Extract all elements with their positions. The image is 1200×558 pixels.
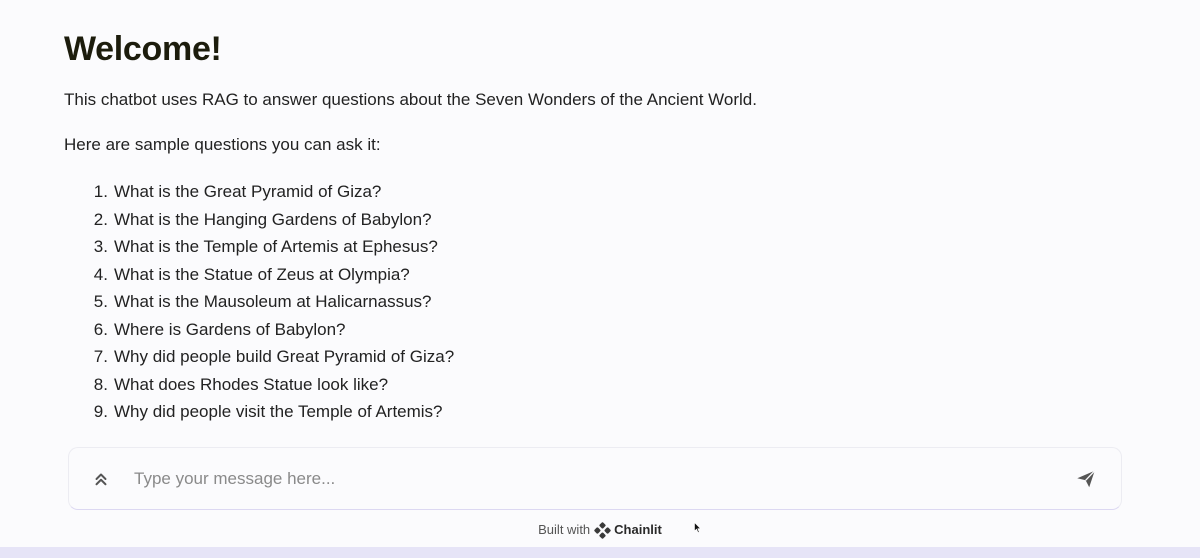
bottom-bar [0,547,1200,558]
list-item: 4 What is the Statue of Zeus at Olympia? [64,261,1124,289]
intro-text: This chatbot uses RAG to answer question… [64,90,757,109]
list-item: 2 What is the Hanging Gardens of Babylon? [64,206,1124,234]
list-item: 7 Why did people build Great Pyramid of G… [64,343,1124,371]
list-number: 4 [64,261,108,289]
page-title: Welcome! [64,30,222,68]
question-text: What is the Statue of Zeus at Olympia? [114,264,410,284]
send-button[interactable] [1071,464,1101,494]
list-item: 1 What is the Great Pyramid of Giza? [64,178,1124,206]
sample-questions-heading: Here are sample questions you can ask it… [64,135,381,154]
welcome-message: Welcome! This chatbot uses RAG to answer… [64,26,1124,426]
list-item: 6 Where is Gardens of Babylon? [64,316,1124,344]
question-text: What is the Great Pyramid of Giza? [114,182,382,201]
question-text: Why did people build Great Pyramid of Gi… [114,347,455,366]
list-number: 2 [64,206,108,234]
message-composer [68,447,1122,510]
list-item: 3 What is the Temple of Artemis at Ephesu… [64,233,1124,261]
question-text: What does Rhodes Statue look like? [114,374,389,394]
mouse-cursor-icon [694,522,702,533]
list-item: 5 What is the Mausoleum at Halicarnassus? [64,288,1124,316]
question-text: What is the Temple of Artemis at Ephesus… [114,237,438,256]
list-item: 8 What does Rhodes Statue look like? [64,371,1124,399]
list-number: 1 [64,178,108,206]
question-text: What is the Mausoleum at Halicarnassus? [114,292,432,311]
list-number: 7 [64,343,108,371]
list-number: 3 [64,233,108,261]
question-text: Where is Gardens of Babylon? [114,319,346,339]
sample-questions-list: 1 What is the Great Pyramid of Giza? 2 Wha… [64,178,1124,426]
list-number: 6 [64,316,108,344]
list-number: 9 [64,398,108,426]
chevrons-up-icon [95,473,107,485]
list-number: 5 [64,288,108,316]
built-with-text: Built with [538,522,591,537]
brand-name: Chainlit [614,522,662,537]
send-icon [1077,469,1096,487]
list-item: 9 Why did people visit the Temple of Arte… [64,398,1124,426]
question-text: Why did people visit the Temple of Artem… [114,402,443,421]
list-number: 8 [64,371,108,399]
expand-button[interactable] [87,465,115,493]
footer: Built with Chainlit [0,520,1200,540]
chainlit-logo-icon [594,521,611,539]
message-input[interactable] [132,462,1071,495]
question-text: What is the Hanging Gardens of Babylon? [114,209,432,229]
chainlit-link[interactable]: Chainlit [594,520,662,540]
